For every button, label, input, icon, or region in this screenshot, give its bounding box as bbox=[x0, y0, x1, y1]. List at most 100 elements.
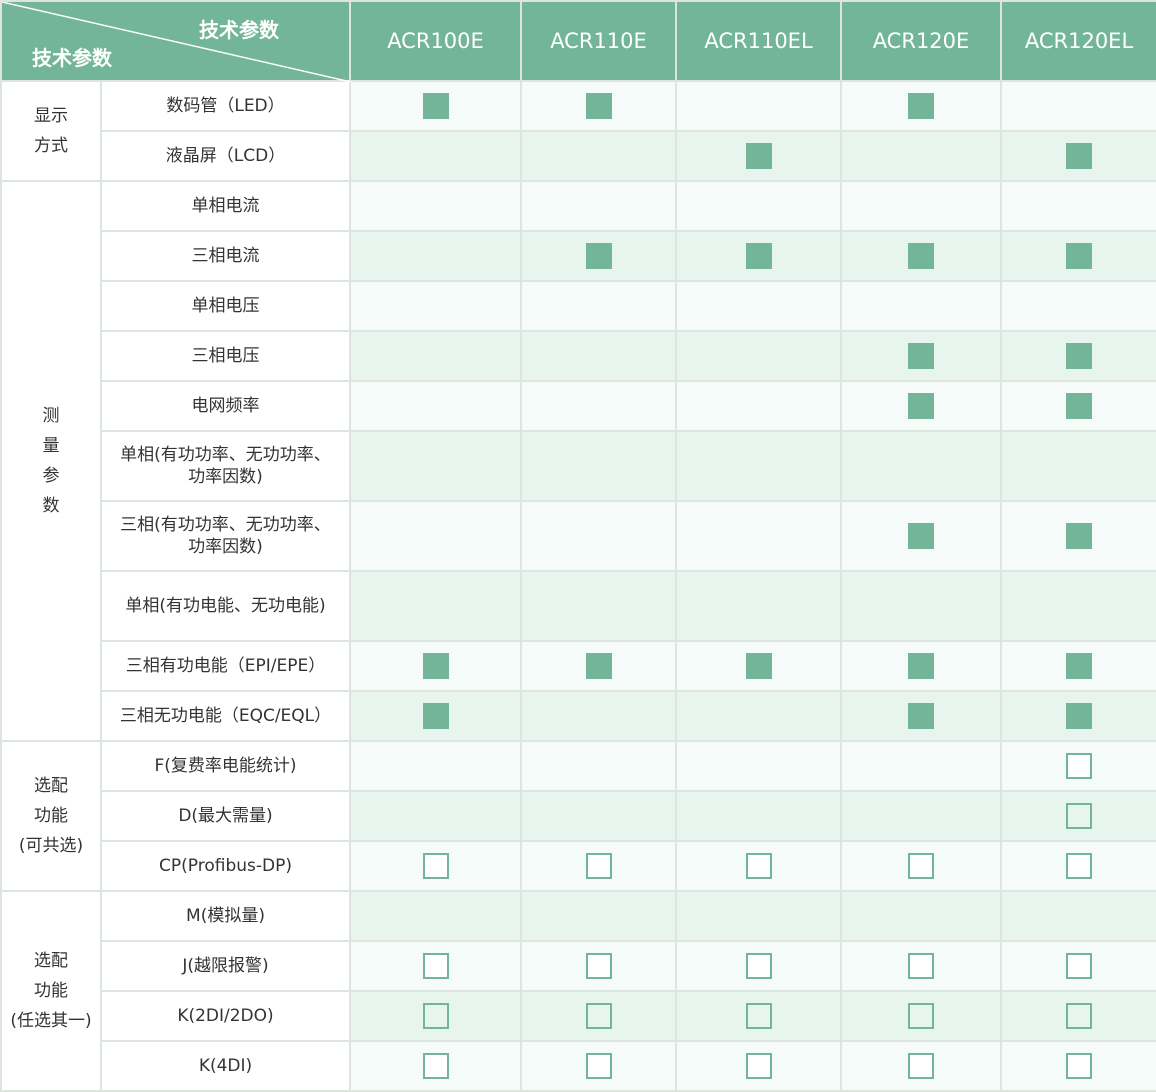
standard-feature-mark bbox=[745, 653, 772, 679]
group-label-line: (任选其一) bbox=[10, 1011, 92, 1031]
model-cell bbox=[840, 280, 1002, 332]
table-row: CP(Profibus-DP) bbox=[1, 840, 1156, 892]
model-cell bbox=[675, 330, 842, 382]
table-row: K(2DI/2DO) bbox=[1, 990, 1156, 1042]
model-cell bbox=[1000, 230, 1156, 282]
table-row: 测量参数 单相电流 bbox=[0, 180, 1156, 742]
model-cell bbox=[675, 640, 842, 692]
model-cell bbox=[520, 230, 677, 282]
param-label-line: 功率因数) bbox=[188, 467, 263, 487]
param-label: 单相电压 bbox=[100, 280, 351, 332]
model-cell bbox=[520, 280, 677, 332]
model-cell bbox=[840, 570, 1002, 642]
param-label: J(越限报警) bbox=[100, 940, 351, 992]
header-row: 技术参数 技术参数 ACR100E ACR110E ACR110EL ACR12… bbox=[0, 0, 1156, 82]
model-cell bbox=[349, 80, 522, 132]
model-cell bbox=[840, 990, 1002, 1042]
standard-feature-mark bbox=[585, 93, 612, 119]
model-cell bbox=[840, 740, 1002, 792]
standard-feature-mark bbox=[908, 343, 934, 369]
param-label: 数码管（LED） bbox=[100, 80, 351, 132]
param-label: CP(Profibus-DP) bbox=[100, 840, 351, 892]
optional-feature-mark bbox=[585, 1003, 612, 1029]
param-label: 液晶屏（LCD） bbox=[100, 130, 351, 182]
table-row: 电网频率 bbox=[1, 380, 1156, 432]
model-header: ACR100E bbox=[349, 0, 522, 82]
param-label-line: 三相(有功功率、无功功率、 bbox=[120, 515, 331, 535]
group-label-line: 参 bbox=[42, 466, 60, 486]
table-row: 液晶屏（LCD） bbox=[1, 130, 1156, 182]
model-cell bbox=[520, 570, 677, 642]
model-cell bbox=[840, 690, 1002, 742]
group-label-line: (可共选) bbox=[18, 836, 84, 856]
optional-feature-mark bbox=[745, 853, 772, 879]
standard-feature-mark bbox=[1066, 703, 1092, 729]
model-cell bbox=[349, 230, 522, 282]
model-cell bbox=[349, 380, 522, 432]
spec-table: 技术参数 技术参数 ACR100E ACR110E ACR110EL ACR12… bbox=[0, 0, 1156, 1092]
model-cell bbox=[675, 1040, 842, 1092]
group-label-line: 显示 bbox=[34, 106, 68, 126]
model-cell bbox=[1000, 790, 1156, 842]
table-row: 单相(有功功率、无功功率、 功率因数) bbox=[1, 430, 1156, 502]
model-cell bbox=[1000, 500, 1156, 572]
group-label-line: 选配 bbox=[34, 776, 68, 796]
optional-feature-mark bbox=[1066, 1003, 1092, 1029]
model-cell bbox=[349, 330, 522, 382]
optional-feature-mark bbox=[422, 953, 449, 979]
model-cell bbox=[349, 790, 522, 842]
model-cell bbox=[520, 840, 677, 892]
standard-feature-mark bbox=[908, 93, 934, 119]
model-cell bbox=[520, 940, 677, 992]
model-cell bbox=[840, 790, 1002, 842]
optional-feature-mark bbox=[585, 853, 612, 879]
param-label-line: 三相电流 bbox=[191, 246, 260, 266]
param-label: 单相(有功功率、无功功率、 功率因数) bbox=[100, 430, 351, 502]
group-label: 测量参数 bbox=[0, 180, 102, 742]
model-cell bbox=[520, 690, 677, 742]
corner-bottom-label: 技术参数 bbox=[32, 46, 112, 70]
model-cell bbox=[840, 180, 1002, 232]
standard-feature-mark bbox=[422, 653, 449, 679]
param-label-line: 三相无功电能（EQC/EQL） bbox=[119, 706, 332, 726]
model-cell bbox=[1000, 940, 1156, 992]
param-label: 单相电流 bbox=[100, 180, 351, 232]
model-cell bbox=[1000, 990, 1156, 1042]
model-cell bbox=[520, 500, 677, 572]
model-cell bbox=[675, 180, 842, 232]
optional-feature-mark bbox=[422, 853, 449, 879]
standard-feature-mark bbox=[1066, 143, 1092, 169]
group-label-line: 方式 bbox=[34, 136, 68, 156]
model-cell bbox=[349, 130, 522, 182]
table-row: 三相电流 bbox=[1, 230, 1156, 282]
group-label: 选配 功能 (任选其一) bbox=[0, 890, 102, 1092]
param-label-line: 单相电压 bbox=[191, 296, 260, 316]
model-cell bbox=[840, 380, 1002, 432]
param-label-line: 单相电流 bbox=[191, 196, 260, 216]
param-label-line: D(最大需量) bbox=[178, 806, 273, 826]
model-cell bbox=[520, 380, 677, 432]
table-row: J(越限报警) bbox=[1, 940, 1156, 992]
param-label: 三相电压 bbox=[100, 330, 351, 382]
model-cell bbox=[520, 890, 677, 942]
optional-feature-mark bbox=[745, 953, 772, 979]
param-label-line: 液晶屏（LCD） bbox=[165, 146, 286, 166]
table-row: K(4DI) bbox=[1, 1040, 1156, 1092]
model-cell bbox=[675, 570, 842, 642]
standard-feature-mark bbox=[1066, 243, 1092, 269]
table-row: 选配 功能 (可共选) F(复费率电能统计) bbox=[0, 740, 1156, 892]
model-cell bbox=[1000, 840, 1156, 892]
model-cell bbox=[675, 280, 842, 332]
model-cell bbox=[520, 130, 677, 182]
model-cell bbox=[520, 330, 677, 382]
model-cell bbox=[520, 80, 677, 132]
model-cell bbox=[520, 640, 677, 692]
param-label-line: 功率因数) bbox=[188, 537, 263, 557]
model-cell bbox=[675, 840, 842, 892]
param-label: M(模拟量) bbox=[100, 890, 351, 942]
model-header: ACR110E bbox=[520, 0, 677, 82]
group-label: 显示 方式 bbox=[0, 80, 102, 182]
model-cell bbox=[840, 80, 1002, 132]
model-cell bbox=[349, 180, 522, 232]
optional-feature-mark bbox=[908, 1003, 934, 1029]
